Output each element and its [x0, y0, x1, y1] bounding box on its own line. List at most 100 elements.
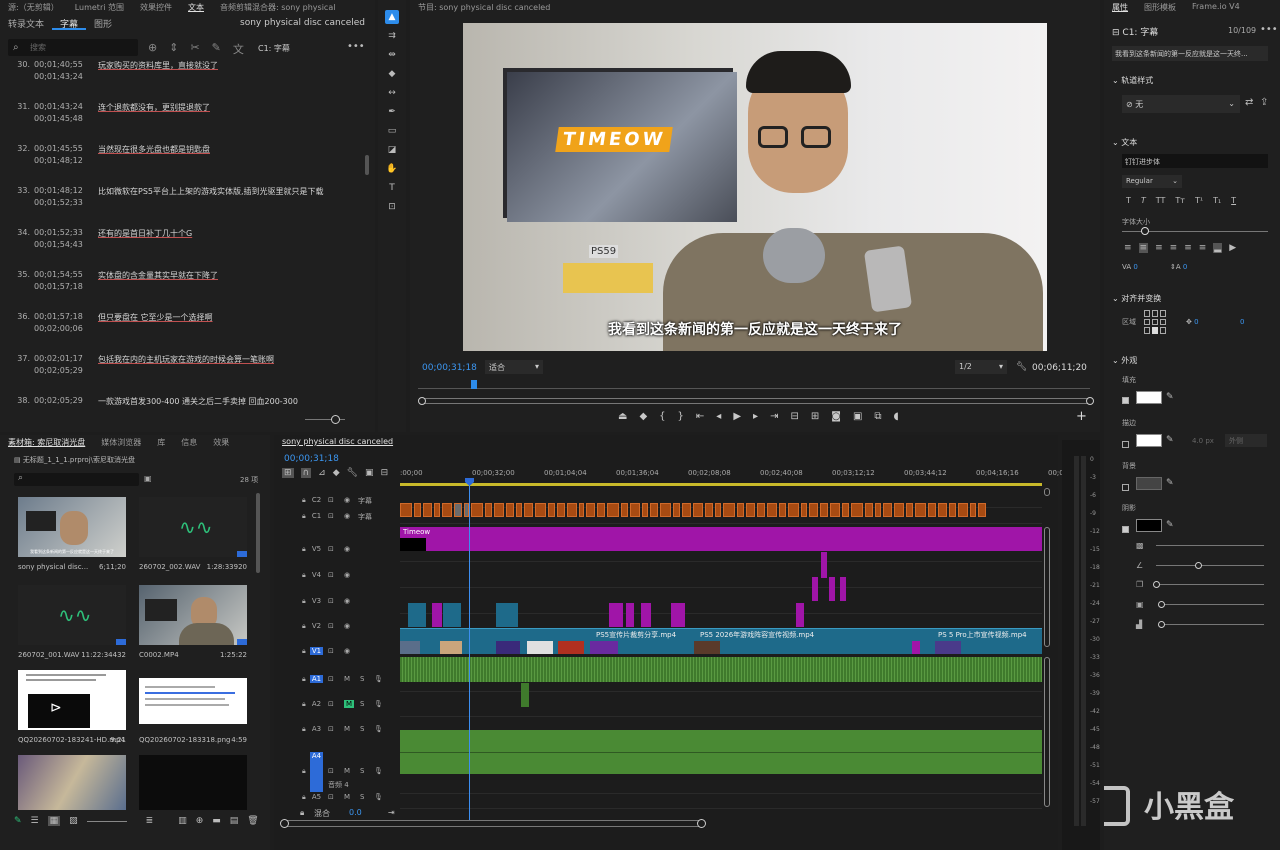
- tab-graphics-templates[interactable]: 图形模板: [1136, 0, 1184, 14]
- mute-button[interactable]: M: [344, 767, 350, 775]
- go-to-out-icon[interactable]: ⇥: [770, 411, 778, 422]
- size-slider[interactable]: [1162, 604, 1264, 605]
- tab-libraries[interactable]: 库: [149, 435, 173, 449]
- sync-lock-icon[interactable]: ⊡: [328, 571, 334, 579]
- lock-icon[interactable]: 🔒︎: [302, 512, 306, 521]
- track-id[interactable]: A1: [310, 675, 323, 683]
- caption-clip[interactable]: [851, 503, 863, 517]
- captions-icon[interactable]: ⊟: [381, 468, 389, 478]
- clip-thumbnail[interactable]: [400, 641, 420, 654]
- background-checkbox[interactable]: [1122, 483, 1129, 491]
- slip-icon[interactable]: ↔: [385, 86, 399, 100]
- mini-ruler[interactable]: [418, 383, 1090, 389]
- track-id[interactable]: A5: [310, 793, 323, 801]
- tab-bin[interactable]: 素材箱: 索尼取消光盘: [0, 435, 93, 449]
- subtab-graphics[interactable]: 图形: [86, 17, 120, 30]
- underline-icon[interactable]: T: [1231, 196, 1236, 205]
- solo-button[interactable]: S: [360, 700, 364, 708]
- lock-icon[interactable]: 🔒︎: [302, 597, 306, 606]
- caption-row[interactable]: 33. 00;01;48;12 00;01;52;33 比如微软在PS5平台上上架的游…: [0, 186, 346, 226]
- mute-button[interactable]: M: [344, 725, 350, 733]
- stroke-checkbox[interactable]: [1122, 440, 1129, 448]
- graphic-clip[interactable]: [821, 552, 827, 578]
- lock-icon[interactable]: 🔒︎: [302, 725, 306, 734]
- caption-clip[interactable]: [820, 503, 828, 517]
- lock-icon[interactable]: 🔒︎: [302, 675, 306, 684]
- video-clip[interactable]: [432, 603, 442, 627]
- lock-icon[interactable]: 🔒︎: [302, 793, 306, 802]
- caption-clip[interactable]: [579, 503, 584, 517]
- caption-clip[interactable]: [746, 503, 755, 517]
- caption-clip[interactable]: [485, 503, 492, 517]
- font-size-handle[interactable]: [1141, 227, 1149, 235]
- program-playhead[interactable]: [471, 380, 477, 389]
- caption-clip[interactable]: [723, 503, 735, 517]
- caption-text[interactable]: 当然现在很多光盘也都是钥匙盘: [98, 144, 210, 155]
- mute-button[interactable]: M: [344, 675, 350, 683]
- position-x[interactable]: 0: [1194, 318, 1198, 326]
- caption-clip[interactable]: [494, 503, 504, 517]
- eyedropper-icon[interactable]: ✎: [1166, 478, 1174, 488]
- export-frame-icon[interactable]: ◙: [831, 411, 841, 422]
- microphone-icon[interactable]: 🎙︎: [374, 767, 383, 775]
- caption-clip[interactable]: [400, 503, 412, 517]
- timeline-zoom-left[interactable]: [280, 819, 289, 828]
- track-header[interactable]: 🔒︎ V4 ⊡ ◉: [278, 564, 399, 588]
- bin-search-input[interactable]: ⌕: [14, 473, 139, 486]
- caption-clip[interactable]: [414, 503, 421, 517]
- align-right-icon[interactable]: ≡: [1155, 243, 1163, 253]
- microphone-icon[interactable]: 🎙︎: [374, 700, 383, 708]
- extract-icon[interactable]: ⊞: [811, 411, 819, 422]
- blur-handle[interactable]: [1158, 621, 1165, 628]
- fill-color-swatch[interactable]: [1136, 391, 1162, 404]
- graphic-clip[interactable]: Timeow: [400, 527, 1042, 551]
- stroke-color-swatch[interactable]: [1136, 434, 1162, 447]
- sync-style-icon[interactable]: ⇄: [1245, 97, 1253, 108]
- tab-lumetri[interactable]: Lumetri 范围: [67, 0, 132, 14]
- shadow-checkbox[interactable]: [1122, 525, 1129, 533]
- video-scroll-top[interactable]: [1044, 488, 1050, 496]
- translate-icon[interactable]: 文: [233, 41, 244, 57]
- small-caps-icon[interactable]: Tт: [1175, 196, 1185, 205]
- lock-icon[interactable]: 🔒︎: [300, 808, 304, 818]
- video-clip[interactable]: [609, 603, 623, 627]
- track-id[interactable]: V5: [310, 545, 323, 553]
- caption-clip[interactable]: [586, 503, 595, 517]
- timeline-zoom-right[interactable]: [697, 819, 706, 828]
- bin-item[interactable]: 我看到这条新闻的第一反应就是这一天终于来了 sony physical disc…: [18, 497, 136, 571]
- caption-clip[interactable]: [788, 503, 799, 517]
- video-clip[interactable]: [671, 603, 685, 627]
- eye-icon[interactable]: ◉: [344, 545, 350, 553]
- tab-properties[interactable]: 属性: [1104, 0, 1136, 14]
- caption-clip[interactable]: [434, 503, 440, 517]
- timeline-title[interactable]: sony physical disc canceled: [274, 435, 401, 449]
- track-id[interactable]: A4: [310, 752, 323, 792]
- chevron-down-icon[interactable]: ⌄: [1112, 356, 1121, 365]
- caption-clip[interactable]: [506, 503, 514, 517]
- marker-icon[interactable]: ◆: [333, 468, 340, 478]
- transcript-scrollbar[interactable]: [365, 155, 369, 175]
- sync-lock-icon[interactable]: ⊡: [328, 725, 334, 733]
- resolution-dropdown[interactable]: 1/2 ▾: [955, 360, 1007, 374]
- opacity-slider[interactable]: [1156, 545, 1264, 546]
- video-clip[interactable]: [443, 603, 461, 627]
- caption-clip[interactable]: [621, 503, 628, 517]
- tab-effect-controls[interactable]: 效果控件: [132, 0, 180, 14]
- angle-slider[interactable]: [1156, 565, 1264, 566]
- ripple-edit-icon[interactable]: ⇹: [385, 48, 399, 62]
- caption-text[interactable]: 连个退款都没有，更别提退款了: [98, 102, 210, 113]
- caption-clip[interactable]: [875, 503, 881, 517]
- bin-item[interactable]: [139, 755, 257, 810]
- clip-thumbnail[interactable]: [440, 641, 462, 654]
- lock-icon[interactable]: 🔒︎: [302, 647, 306, 656]
- caption-row[interactable]: 32. 00;01;45;55 00;01;48;12 当然现在很多光盘也都是钥匙盘: [0, 144, 346, 184]
- align-left-icon[interactable]: ≡: [1124, 243, 1132, 253]
- nest-icon[interactable]: ⊿: [318, 468, 326, 478]
- list-view-icon[interactable]: ☰: [31, 816, 39, 826]
- caption-clip[interactable]: [865, 503, 873, 517]
- clip-thumbnail[interactable]: [935, 641, 961, 654]
- mute-button[interactable]: M: [344, 700, 355, 708]
- caption-clip[interactable]: [567, 503, 577, 517]
- chevron-down-icon[interactable]: ⌄: [1112, 138, 1121, 147]
- italic-icon[interactable]: T: [1141, 196, 1146, 205]
